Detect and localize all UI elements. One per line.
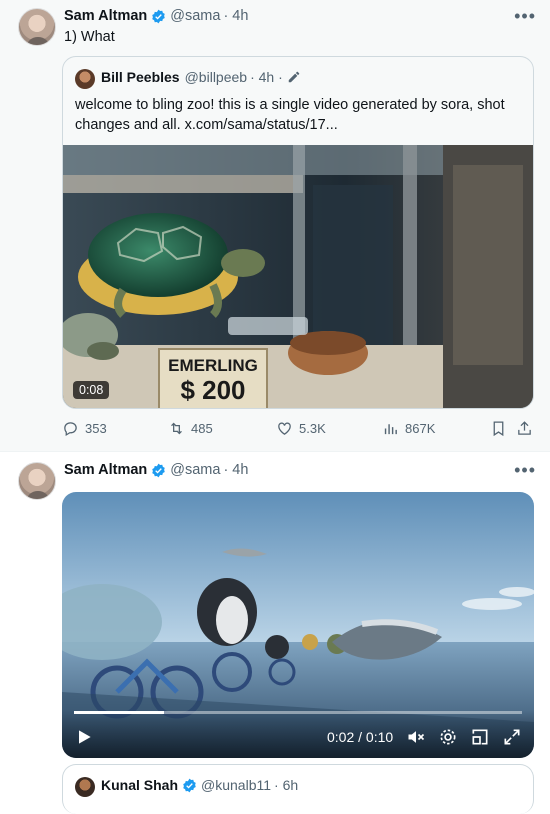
quote-avatar[interactable] <box>75 777 95 797</box>
like-count: 5.3K <box>299 421 326 436</box>
tweet-header: Sam Altman @sama · 4h <box>64 8 248 24</box>
quote-video[interactable]: EMERLING $ 200 0:08 <box>63 145 533 408</box>
edited-pencil-icon <box>288 71 300 83</box>
quote-tweet[interactable]: Bill Peebles @billpeeb · 4h · welcome to… <box>62 56 534 409</box>
video-progress-fill <box>74 711 164 714</box>
settings-gear-icon[interactable] <box>438 727 458 747</box>
turtle-video-frame: EMERLING $ 200 <box>63 145 533 408</box>
verified-badge-icon <box>152 463 166 477</box>
quote-text: welcome to bling zoo! this is a single v… <box>75 97 505 133</box>
heart-icon <box>278 422 291 435</box>
play-icon[interactable] <box>74 727 94 747</box>
more-options-icon[interactable]: ••• <box>514 6 536 27</box>
quote-avatar[interactable] <box>75 69 95 89</box>
verified-badge-icon <box>152 9 166 23</box>
bookmark-button[interactable] <box>490 420 513 437</box>
post-time[interactable]: · 4h <box>223 8 248 24</box>
quote-author-name[interactable]: Kunal Shah <box>101 777 178 793</box>
post-time[interactable]: · 4h <box>223 462 248 478</box>
action-bar: 353 485 5.3K 867K <box>62 420 534 440</box>
views-button[interactable]: 867K <box>382 420 435 437</box>
video-player[interactable]: 0:02 / 0:10 <box>62 492 534 758</box>
tweet-header: Sam Altman @sama · 4h <box>64 462 248 478</box>
reply-count: 353 <box>85 421 107 436</box>
repost-icon <box>171 422 182 435</box>
author-handle[interactable]: @sama <box>170 8 220 24</box>
price-sign-amount: $ 200 <box>180 375 245 405</box>
verified-badge-icon <box>183 778 196 792</box>
fullscreen-icon[interactable] <box>502 727 522 747</box>
share-icon <box>518 421 531 435</box>
views-count: 867K <box>405 421 436 436</box>
repost-button[interactable]: 485 <box>168 420 213 437</box>
video-time: 0:02 / 0:10 <box>327 729 394 745</box>
bookmark-icon <box>493 421 504 437</box>
share-button[interactable] <box>516 420 539 437</box>
like-button[interactable]: 5.3K <box>276 420 326 437</box>
repost-count: 485 <box>191 421 213 436</box>
video-controls <box>62 710 534 758</box>
tweet-1[interactable]: Sam Altman @sama · 4h ••• 1) What Bill P… <box>0 0 550 452</box>
price-sign-name: EMERLING <box>168 356 258 375</box>
video-progress-bar[interactable] <box>74 711 522 714</box>
tweet-text: 1) What <box>64 29 115 45</box>
views-chart-icon <box>384 424 397 435</box>
author-handle[interactable]: @sama <box>170 462 220 478</box>
quote-post-time: · 4h · <box>250 69 283 85</box>
quote-author-name[interactable]: Bill Peebles <box>101 69 180 85</box>
picture-in-picture-icon[interactable] <box>470 727 490 747</box>
quote-header: Kunal Shah @kunalb11 · 6h <box>101 777 298 793</box>
avatar[interactable] <box>18 462 56 500</box>
tweet-2[interactable]: Sam Altman @sama · 4h ••• 0:02 / 0:10 Ku… <box>0 452 550 814</box>
reply-icon <box>64 422 77 437</box>
quote-header: Bill Peebles @billpeeb · 4h · <box>101 69 301 85</box>
reply-button[interactable]: 353 <box>62 420 107 437</box>
author-name[interactable]: Sam Altman <box>64 8 147 24</box>
quote-post-time: · 6h <box>274 777 299 793</box>
more-options-icon[interactable]: ••• <box>514 460 536 481</box>
avatar[interactable] <box>18 8 56 46</box>
quote-author-handle[interactable]: @billpeeb <box>185 69 247 85</box>
mute-icon[interactable] <box>406 727 426 747</box>
author-name[interactable]: Sam Altman <box>64 462 147 478</box>
quote-author-handle[interactable]: @kunalb11 <box>201 777 271 793</box>
quote-tweet[interactable]: Kunal Shah @kunalb11 · 6h <box>62 764 534 814</box>
video-duration: 0:08 <box>73 381 110 399</box>
